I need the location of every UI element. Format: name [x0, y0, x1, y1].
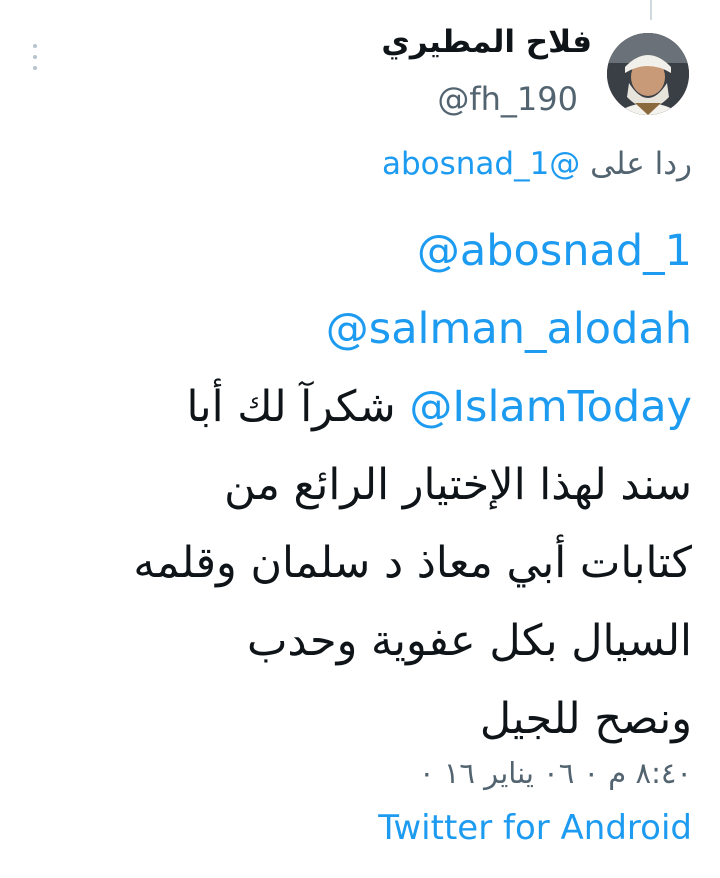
- author-display-name[interactable]: فلاح المطيري: [381, 24, 592, 60]
- tweet-text-line: كتابات أبي معاذ د سلمان وقلمه: [133, 538, 692, 588]
- mention-link[interactable]: @IslamToday: [409, 382, 692, 432]
- author-handle[interactable]: @fh_190: [437, 80, 578, 118]
- tweet-text-line: ونصح للجيل: [479, 694, 692, 744]
- replying-to-line: ردا على @abosnad_1: [382, 146, 692, 182]
- mention-link[interactable]: @abosnad_1: [417, 226, 692, 276]
- tweet-source-link[interactable]: Twitter for Android: [378, 808, 692, 848]
- tweet-text-line: سند لهذا الإختيار الرائع من: [224, 460, 692, 510]
- tweet-timestamp[interactable]: ٨:٤٠ م ٠ ٠٦ يناير ١٦ ٠: [419, 756, 692, 790]
- tweet-text-line: @salman_alodah: [22, 290, 692, 368]
- tweet-text-line: السيال بكل عفوية وحدب: [246, 616, 692, 666]
- avatar[interactable]: [607, 33, 689, 115]
- thread-connector-line: [650, 0, 652, 20]
- mention-link[interactable]: @salman_alodah: [326, 304, 692, 354]
- tweet-text-line: @abosnad_1: [22, 212, 692, 290]
- tweet-text: @abosnad_1 @salman_alodah @IslamToday شك…: [22, 212, 692, 758]
- replying-to-mention-link[interactable]: @abosnad_1: [382, 146, 580, 182]
- avatar-image: [607, 33, 689, 115]
- tweet-text-line: @IslamToday شكرآ لك أبا: [22, 368, 692, 446]
- tweet-text-segment: شكرآ لك أبا: [186, 382, 396, 432]
- replying-to-prefix: ردا على: [590, 146, 692, 182]
- more-options-icon[interactable]: [26, 44, 44, 70]
